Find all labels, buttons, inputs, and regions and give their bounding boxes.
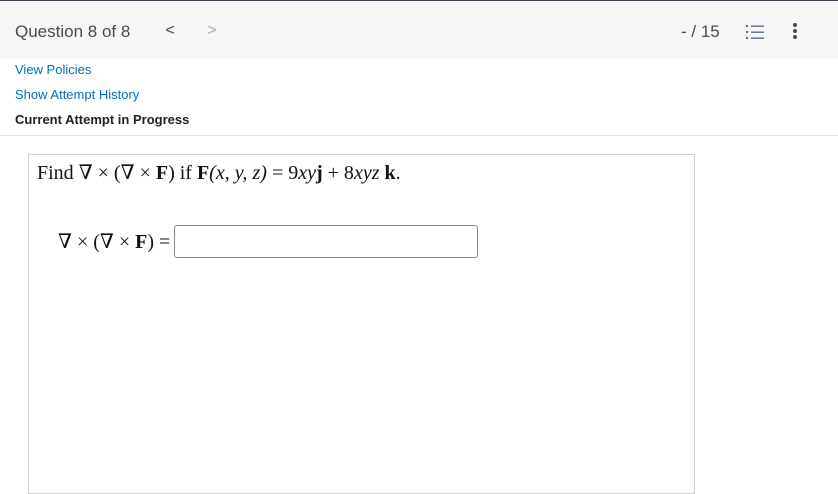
attempt-status: Current Attempt in Progress — [15, 112, 190, 127]
question-panel: Find ∇ × (∇ × F) if F(x, y, z) = 9xyj + … — [28, 154, 695, 494]
show-attempt-history-link[interactable]: Show Attempt History — [15, 87, 139, 102]
answer-input[interactable] — [174, 225, 479, 258]
chevron-right-icon: > — [207, 22, 217, 39]
answer-row: ∇ × (∇ × F) = — [58, 225, 479, 258]
question-list-button[interactable] — [745, 22, 765, 42]
more-vertical-icon — [793, 23, 797, 39]
view-policies-link[interactable]: View Policies — [15, 62, 91, 77]
previous-question-button[interactable]: < — [159, 19, 181, 43]
question-title: Question 8 of 8 — [15, 22, 131, 41]
more-options-button[interactable] — [786, 21, 804, 41]
answer-label: ∇ × (∇ × F) = — [58, 231, 171, 253]
divider — [0, 135, 838, 136]
chevron-left-icon: < — [165, 22, 175, 39]
list-numbered-icon — [746, 25, 764, 39]
question-prompt: Find ∇ × (∇ × F) if F(x, y, z) = 9xyj + … — [37, 162, 401, 184]
question-score: - / 15 — [681, 22, 720, 41]
question-header: Question 8 of 8 < > - / 15 — [0, 1, 838, 59]
next-question-button[interactable]: > — [201, 19, 223, 43]
